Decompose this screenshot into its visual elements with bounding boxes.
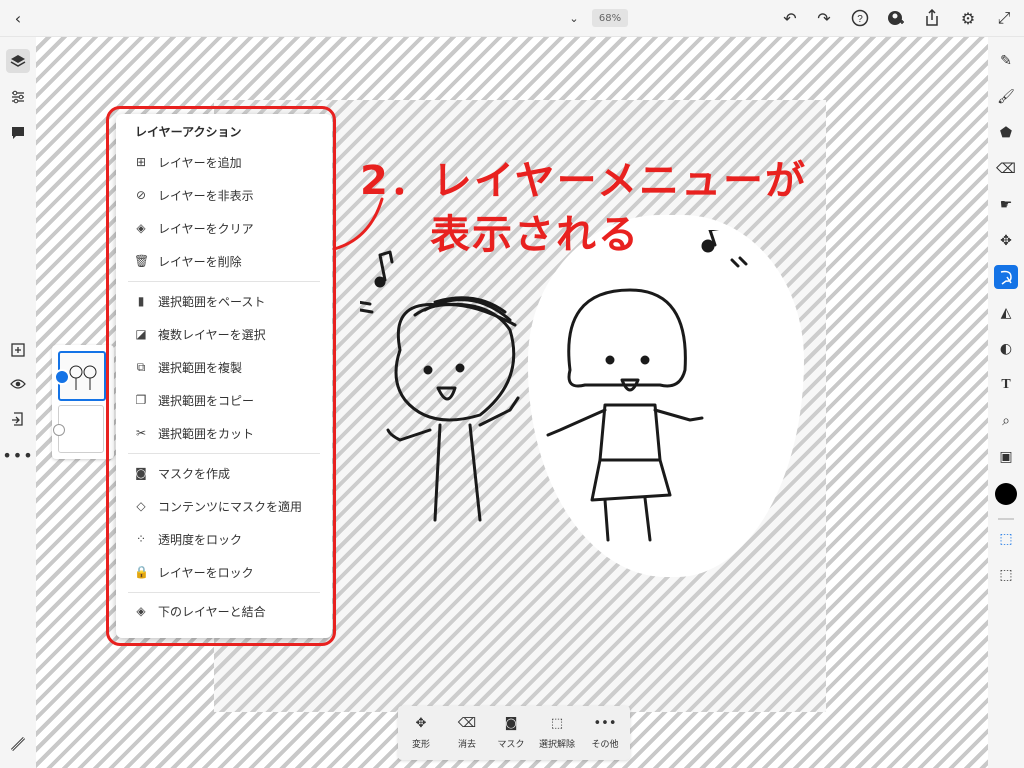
transform-icon: ✥ — [415, 716, 427, 731]
brush-icon[interactable]: ✎ — [994, 49, 1018, 73]
mask-icon: ◙ — [504, 716, 518, 731]
annotation-line-2: 表示される — [430, 212, 640, 258]
fill-icon[interactable]: ◭ — [994, 301, 1018, 325]
color-swatch[interactable] — [995, 483, 1017, 505]
import-icon[interactable] — [6, 407, 30, 431]
ruler-icon[interactable] — [6, 732, 30, 756]
sketch-illustration — [360, 230, 748, 542]
selection-overlay-icon[interactable]: ⬚ — [994, 527, 1018, 551]
gear-icon[interactable]: ⚙ — [956, 6, 980, 30]
left-toolbar: ••• — [0, 37, 36, 768]
annotation-line-1: 2．レイヤーメニューが — [360, 158, 808, 204]
adjust-icon[interactable]: ◐ — [994, 337, 1018, 361]
eraser-icon: ⌫ — [457, 716, 477, 731]
more-icon[interactable]: ••• — [2, 443, 32, 467]
mask-button[interactable]: ◙ マスク — [488, 706, 534, 760]
text-icon[interactable]: T — [994, 373, 1018, 397]
layers-panel — [52, 345, 114, 459]
zoom-level[interactable]: 68% — [592, 9, 628, 27]
undo-icon[interactable]: ↶ — [778, 6, 802, 30]
comment-icon[interactable] — [6, 121, 30, 145]
paint-brush-icon[interactable]: 🖌 — [994, 85, 1018, 109]
help-icon[interactable]: ? — [848, 6, 872, 30]
move-icon[interactable]: ✥ — [994, 229, 1018, 253]
right-toolbar: ✎ 🖌 ⬟ ⌫ ☛ ✥ ◭ ◐ T ⌕ ▣ ⬚ ⬚ — [988, 37, 1024, 768]
highlight-box — [106, 106, 336, 646]
lasso-select-icon[interactable] — [994, 265, 1018, 289]
toolbar-divider — [998, 518, 1014, 520]
more-icon: ••• — [593, 716, 617, 731]
fullscreen-icon[interactable]: ⤢ — [992, 6, 1016, 30]
deselect-button[interactable]: ⬚ 選択解除 — [531, 706, 583, 760]
svg-text:?: ? — [857, 14, 863, 25]
share-icon[interactable] — [920, 6, 944, 30]
selection-toolbar: ✥ 変形 ⌫ 消去 ◙ マスク ⬚ 選択解除 ••• その他 — [398, 706, 630, 760]
image-icon[interactable]: ▣ — [994, 445, 1018, 469]
chevron-left-icon[interactable]: ‹ — [6, 6, 30, 30]
layer-visibility-toggle[interactable] — [53, 424, 65, 436]
smudge-icon[interactable]: ☛ — [994, 193, 1018, 217]
more-button[interactable]: ••• その他 — [582, 706, 628, 760]
adjustments-icon[interactable] — [6, 85, 30, 109]
layers-icon[interactable] — [6, 49, 30, 73]
transform-button[interactable]: ✥ 変形 — [398, 706, 444, 760]
add-user-icon[interactable] — [884, 6, 908, 30]
erase-button[interactable]: ⌫ 消去 — [444, 706, 490, 760]
redo-icon[interactable]: ↷ — [812, 6, 836, 30]
chevron-down-icon[interactable]: ⌄ — [562, 6, 586, 30]
fill-brush-icon[interactable]: ⬟ — [994, 121, 1018, 145]
add-layer-icon[interactable] — [6, 338, 30, 362]
eyedropper-icon[interactable]: ⌕ — [994, 409, 1018, 433]
eraser-icon[interactable]: ⌫ — [994, 157, 1018, 181]
selection-mode-icon[interactable]: ⬚ — [994, 563, 1018, 587]
top-bar: ‹ ⌄ 68% ↶ ↷ ? ⚙ ⤢ — [0, 0, 1024, 37]
layer-preview — [69, 365, 97, 390]
eye-icon[interactable] — [6, 372, 30, 396]
layer-thumbnail[interactable] — [53, 405, 104, 453]
layer-thumbnail-selected[interactable] — [54, 351, 106, 401]
deselect-icon: ⬚ — [550, 716, 564, 731]
